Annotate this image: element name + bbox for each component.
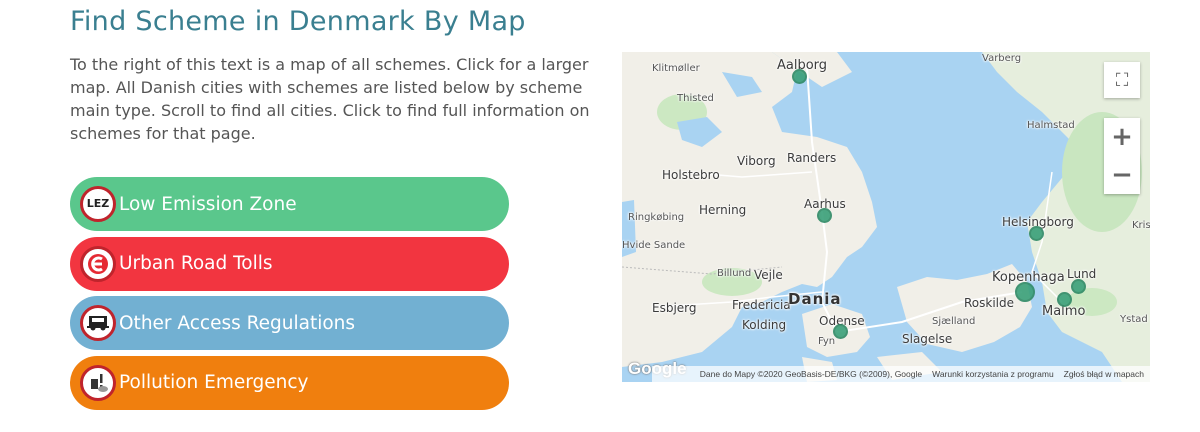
city-label-holstebro: Holstebro	[662, 168, 720, 182]
city-label-billund: Billund	[717, 268, 752, 279]
fullscreen-button[interactable]: ⛶	[1104, 62, 1140, 98]
city-label-halmstad: Halmstad	[1027, 120, 1075, 131]
city-label-kris: Kris	[1132, 220, 1150, 231]
city-label-thisted: Thisted	[677, 93, 714, 104]
city-label-fredericia: Fredericia	[732, 298, 791, 312]
city-label-kolding: Kolding	[742, 318, 787, 332]
scheme-label: Other Access Regulations	[119, 312, 356, 334]
scheme-marker-aarhus[interactable]	[817, 208, 832, 223]
city-label-roskilde: Roskilde	[964, 296, 1015, 310]
intro-text: To the right of this text is a map of al…	[70, 55, 590, 143]
zoom-out-button[interactable]: −	[1111, 160, 1133, 190]
city-label-varberg: Varberg	[982, 53, 1022, 64]
city-label-slagelse: Slagelse	[902, 332, 953, 346]
scheme-label: Pollution Emergency	[119, 372, 309, 393]
city-label-esbjerg: Esbjerg	[652, 301, 697, 315]
report-error-link[interactable]: Zgłoś błąd w mapach	[1064, 369, 1144, 379]
schemes-map[interactable]: Aalborg Klitmøller Thisted Varberg Halms…	[622, 52, 1150, 382]
pollution-emergency-button[interactable]: Pollution Emergency	[70, 355, 509, 410]
low-emission-zone-button[interactable]: LEZ Low Emission Zone	[70, 177, 509, 231]
zoom-controls: + −	[1104, 118, 1140, 194]
city-label-hvide-sande: Hvide Sande	[622, 240, 686, 251]
pollution-emergency-icon	[80, 364, 116, 401]
attribution-data: Dane do Mapy ©2020 GeoBasis-DE/BKG (©200…	[699, 369, 923, 379]
scheme-marker-copenhagen[interactable]	[1015, 282, 1035, 302]
other-access-regulations-button[interactable]: Other Access Regulations	[70, 296, 509, 350]
fullscreen-icon: ⛶	[1115, 69, 1129, 91]
map-attribution: Dane do Mapy ©2020 GeoBasis-DE/BKG (©200…	[652, 366, 1150, 382]
scheme-marker-helsingborg[interactable]	[1029, 226, 1044, 241]
city-label-sjaelland: Sjælland	[932, 316, 976, 327]
scheme-type-list: LEZ Low Emission Zone Urban Road Tolls O…	[70, 177, 509, 415]
truck-prohibited-icon	[80, 305, 116, 341]
zoom-in-button[interactable]: +	[1111, 122, 1133, 152]
page-title: Find Scheme in Denmark By Map	[70, 6, 526, 37]
scheme-marker-aalborg[interactable]	[792, 69, 807, 84]
urban-road-tolls-button[interactable]: Urban Road Tolls	[70, 236, 509, 291]
scheme-label: Low Emission Zone	[119, 193, 297, 215]
city-label-vejle: Vejle	[754, 268, 783, 282]
scheme-marker-lund[interactable]	[1071, 279, 1086, 294]
road-toll-icon	[80, 245, 116, 282]
city-label-randers: Randers	[787, 151, 837, 165]
scheme-label: Urban Road Tolls	[119, 253, 273, 274]
city-label-viborg: Viborg	[737, 154, 776, 168]
city-label-ystad: Ystad	[1120, 314, 1148, 325]
city-label-herning: Herning	[699, 203, 747, 217]
scheme-marker-malmo[interactable]	[1057, 292, 1072, 307]
terms-link[interactable]: Warunki korzystania z programu	[932, 369, 1054, 379]
country-label-denmark: Dania	[788, 290, 842, 308]
lez-sign-icon: LEZ	[80, 186, 116, 222]
city-label-ringkobing: Ringkøbing	[628, 212, 685, 223]
city-label-fyn: Fyn	[818, 336, 836, 347]
city-label-klitmoller: Klitmøller	[652, 63, 700, 74]
scheme-marker-odense[interactable]	[833, 324, 848, 339]
